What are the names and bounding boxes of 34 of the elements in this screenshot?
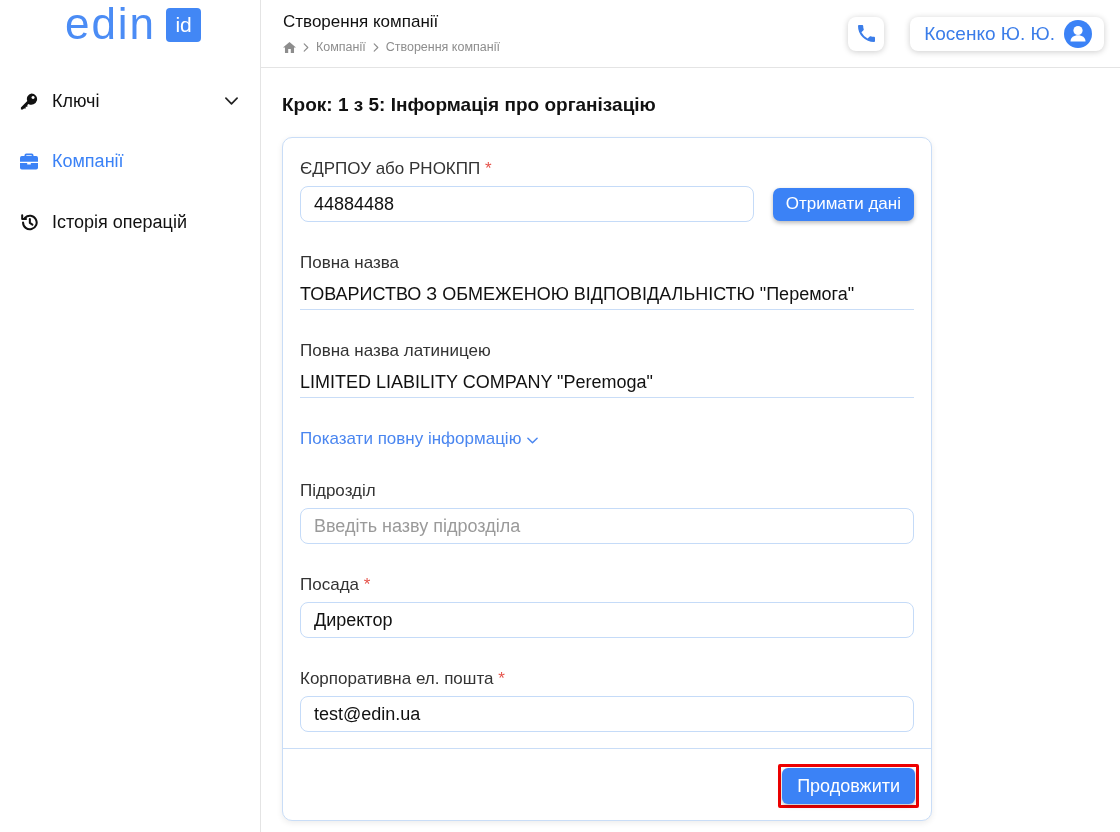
field-label: Підрозділ: [300, 480, 377, 502]
input-field[interactable]: Директор: [300, 602, 914, 638]
step-title: Крок: 1 з 5: Інформація про організацію: [282, 93, 657, 117]
nav-item[interactable]: Ключі: [0, 71, 260, 132]
nav-item[interactable]: Компанії: [0, 131, 260, 192]
home-icon[interactable]: [283, 41, 296, 53]
field-label: Корпоративна ел. пошта *: [300, 668, 506, 690]
user-menu-button[interactable]: Косенко Ю. Ю.: [910, 16, 1104, 51]
field-label: Повна назва: [300, 252, 400, 274]
continue-button[interactable]: Продовжити: [782, 768, 915, 804]
input-field[interactable]: test@edin.ua: [300, 696, 914, 732]
user-avatar-icon: [1064, 19, 1092, 48]
chevron-right-icon: [303, 42, 309, 52]
input-field[interactable]: Введіть назву підрозділа: [300, 508, 914, 544]
phone-icon: [857, 25, 875, 42]
nav-item[interactable]: Історія операцій: [0, 192, 260, 253]
field-label: ЄДРПОУ або РНОКПП *: [300, 158, 493, 180]
breadcrumb-link[interactable]: Компанії: [316, 39, 366, 55]
field-label: Повна назва латиницею: [300, 340, 492, 362]
breadcrumb-link[interactable]: Створення компанії: [385, 39, 500, 55]
briefcase-icon: [20, 153, 38, 171]
readonly-field: ТОВАРИСТВО З ОБМЕЖЕНОЮ ВІДПОВІДАЛЬНІСТЮ "Перемога": [300, 280, 914, 310]
history-icon: [20, 213, 38, 231]
chevron-right-icon: [372, 42, 379, 52]
key-icon: [20, 92, 38, 110]
input-field[interactable]: 44884488: [300, 186, 754, 222]
fetch-data-button[interactable]: Отримати дані: [772, 187, 914, 221]
show-more-link[interactable]: Показати повну інформацію: [300, 428, 539, 450]
logo-badge: id: [166, 8, 202, 42]
readonly-field: LIMITED LIABILITY COMPANY "Peremoga": [300, 368, 914, 398]
page-title: Створення компанії: [283, 11, 440, 33]
logo-wordmark: edin: [64, 2, 157, 48]
field-label: Посада *: [300, 574, 372, 596]
phone-button[interactable]: [848, 16, 885, 51]
